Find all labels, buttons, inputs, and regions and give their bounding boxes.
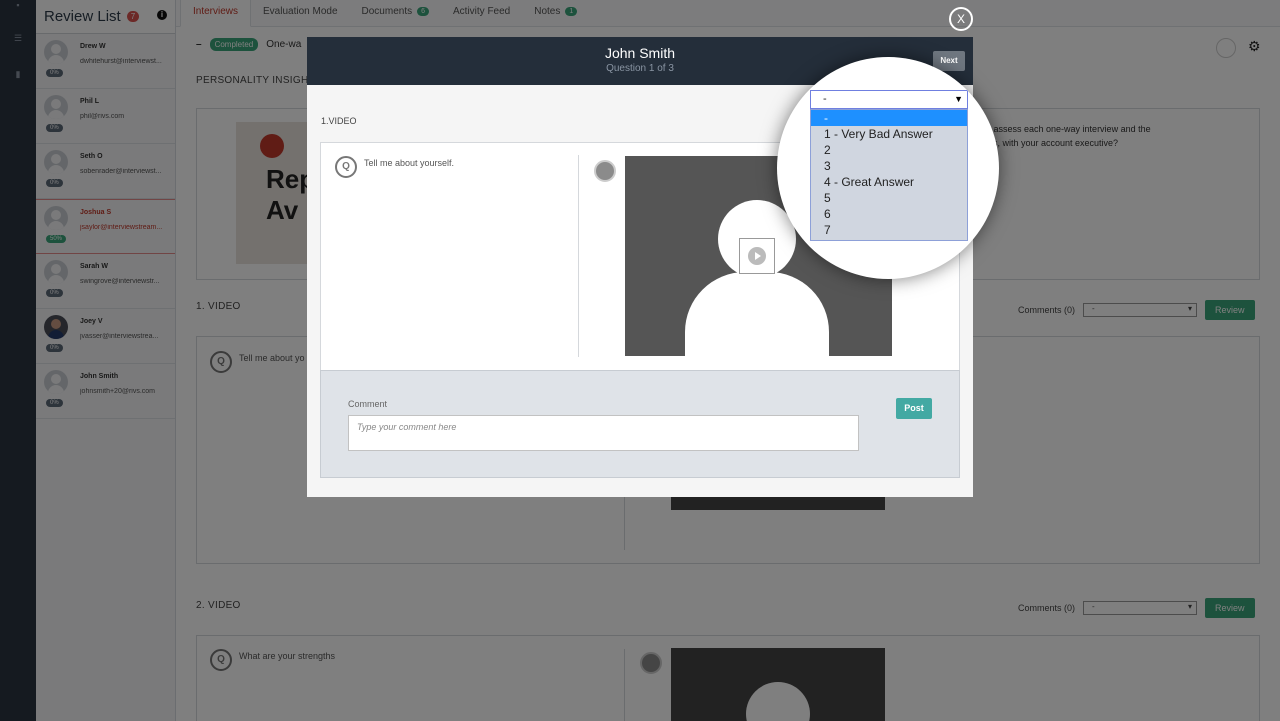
section-label: 1.VIDEO [321,116,357,126]
rating-option[interactable]: 7 [811,222,967,238]
play-button[interactable] [739,238,775,274]
play-icon [748,247,766,265]
rating-option[interactable]: 3 [811,158,967,174]
rating-select-value: - [823,93,827,105]
rating-select[interactable]: - ▼ [810,90,968,109]
rating-option[interactable]: 4 - Great Answer [811,174,967,190]
avatar [594,160,616,182]
post-button[interactable]: Post [896,398,932,419]
chevron-down-icon: ▼ [954,94,963,104]
comment-textarea[interactable]: Type your comment here [348,415,859,451]
dropdown-magnifier: - ▼ -1 - Very Bad Answer 2 3 4 - Great Answ… [777,57,999,279]
divider [578,155,579,357]
close-icon[interactable]: X [949,7,973,31]
rating-option[interactable]: - [811,110,967,126]
question-icon: Q [335,156,357,178]
question-text: Tell me about yourself. [364,158,455,168]
rating-option[interactable]: 5 [811,190,967,206]
rating-option[interactable]: 2 [811,142,967,158]
comment-label: Comment [348,399,388,409]
person-placeholder-body [685,272,829,356]
rating-option[interactable]: 1 - Very Bad Answer [811,126,967,142]
rating-option[interactable]: 6 [811,206,967,222]
rating-options: -1 - Very Bad Answer 2 3 4 - Great Answer 5 6… [810,109,968,241]
